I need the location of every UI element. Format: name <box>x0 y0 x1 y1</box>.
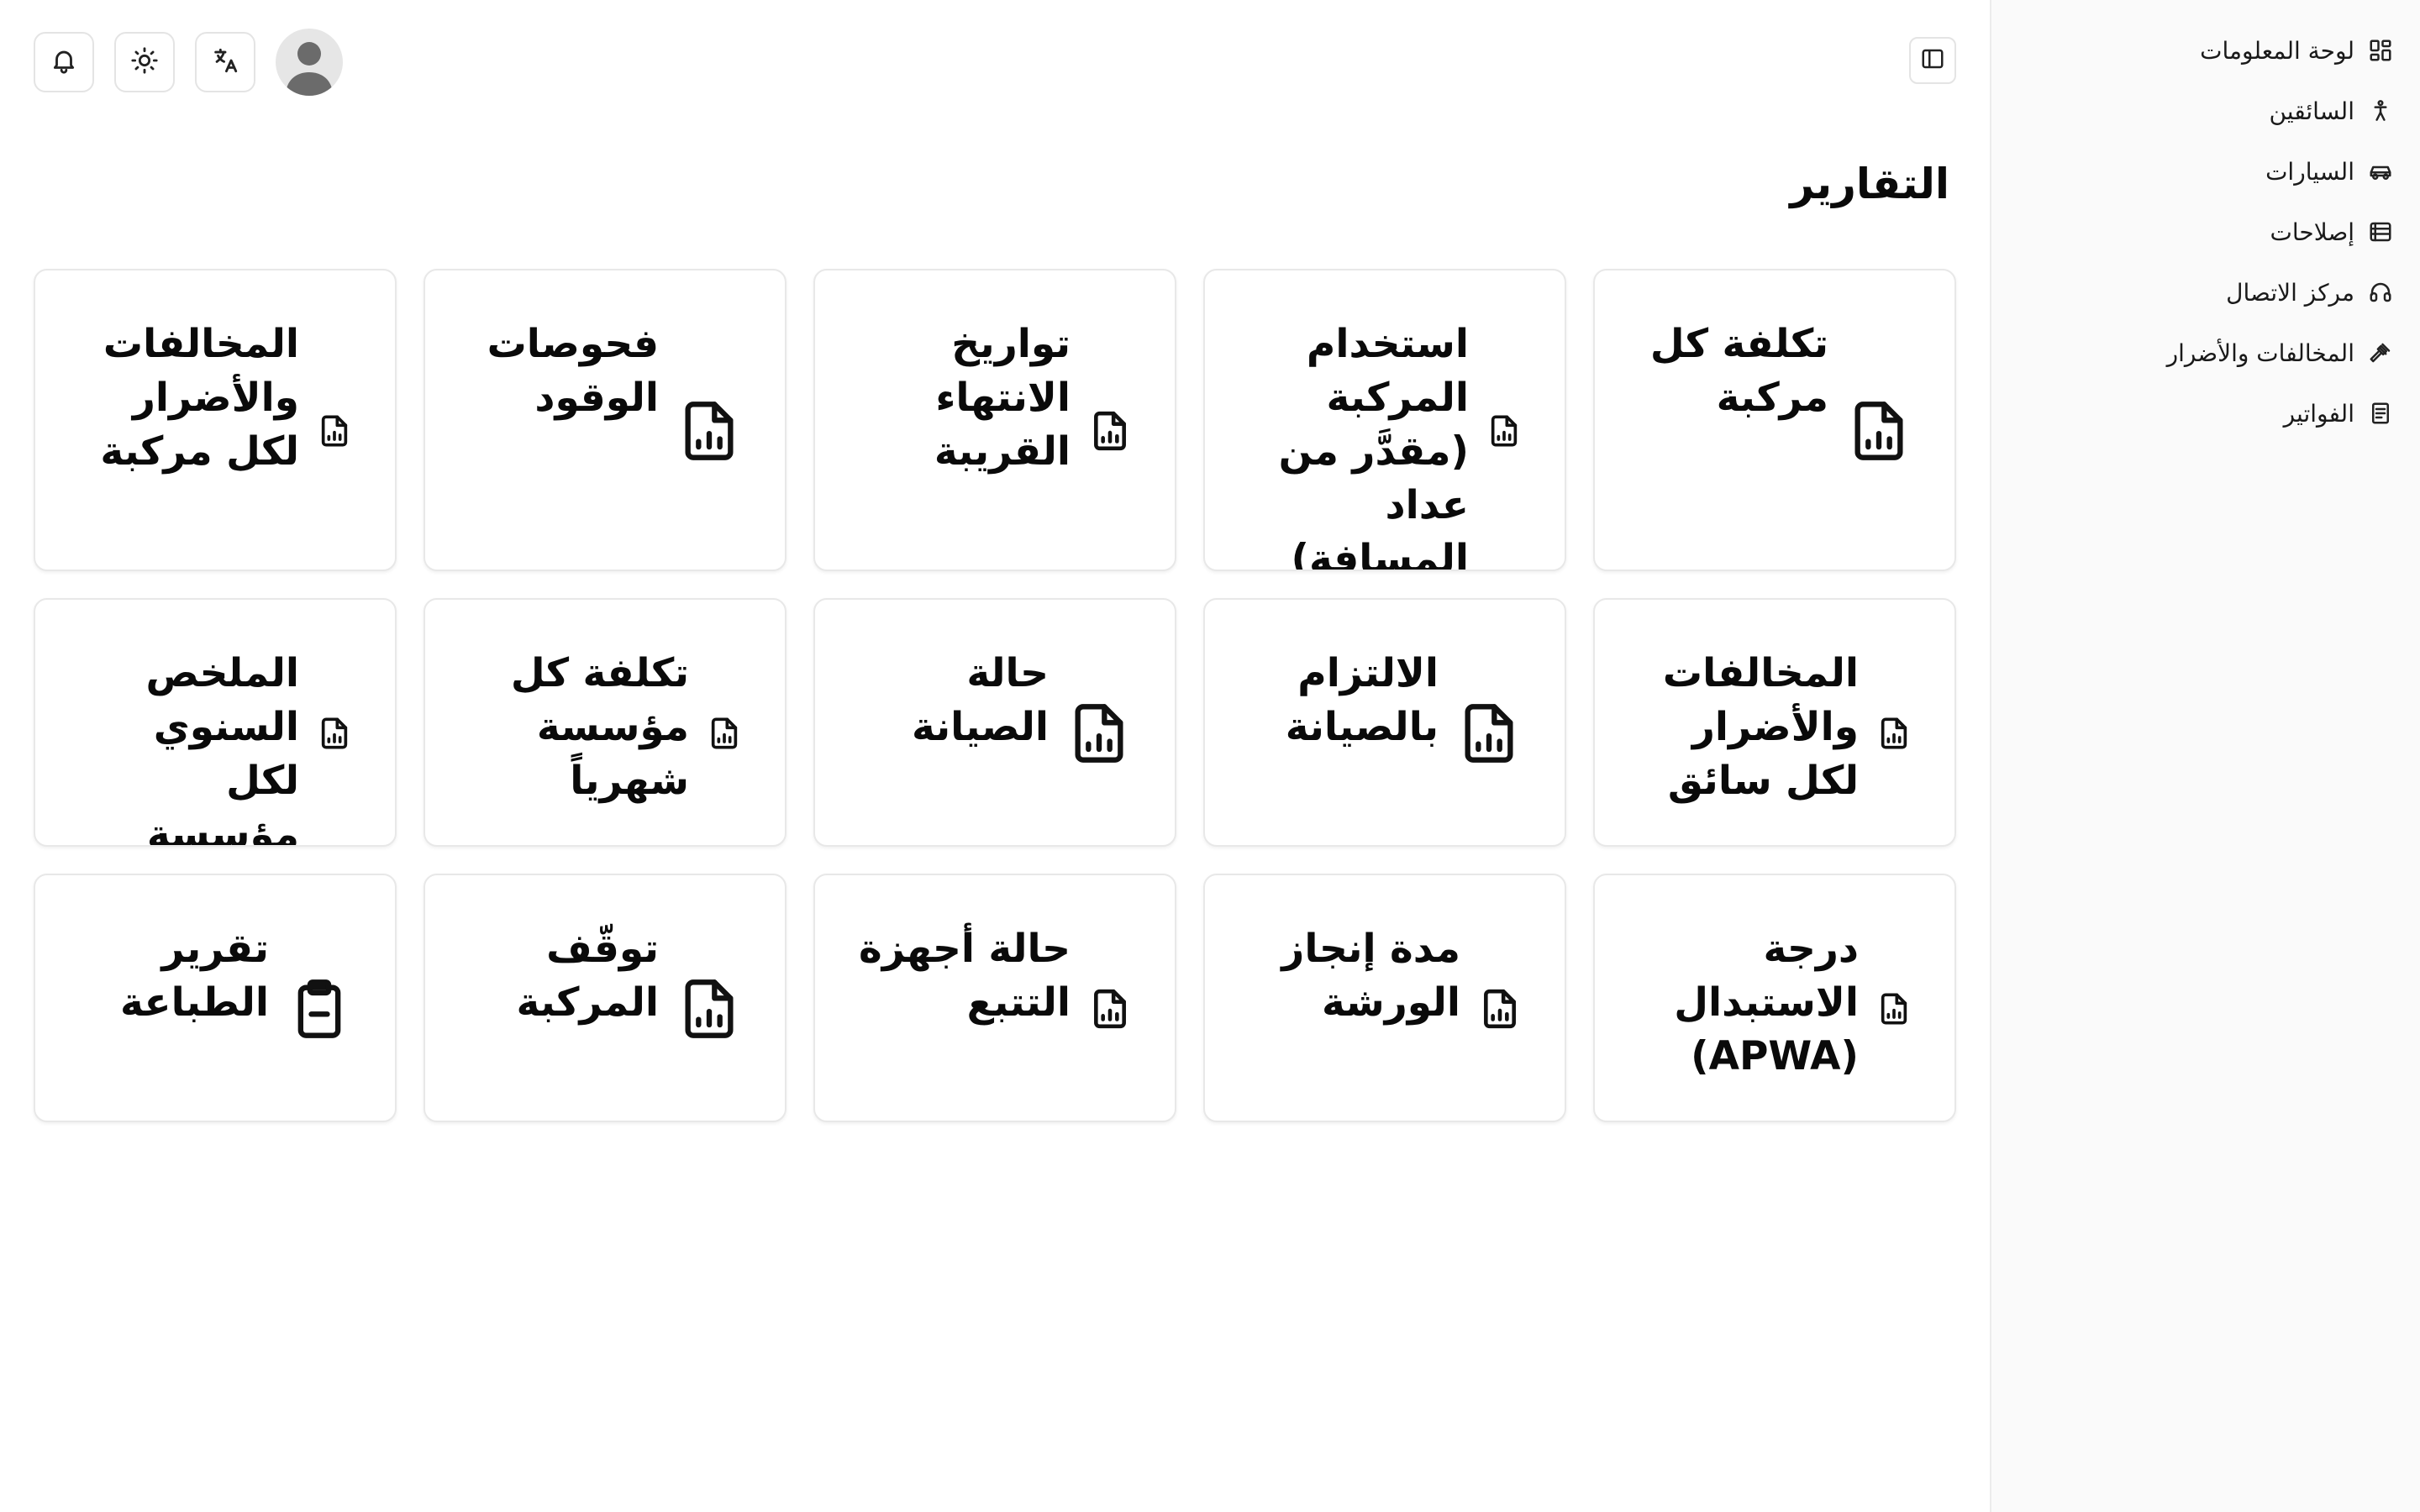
file-chart-icon <box>1877 717 1911 750</box>
file-chart-icon <box>318 414 351 448</box>
avatar-icon <box>286 42 333 96</box>
report-title: فحوصات الوقود <box>487 321 659 421</box>
file-chart-icon <box>1089 988 1131 1030</box>
user-avatar[interactable] <box>276 29 343 96</box>
report-title: تواريخ الانتهاء القريبة <box>934 321 1071 475</box>
file-chart-icon <box>1089 410 1131 452</box>
report-card-vehicle-downtime[interactable]: توقّف المركبة <box>424 874 786 1122</box>
file-chart-icon <box>677 399 741 463</box>
sidebar-item-label: إصلاحات <box>2270 218 2354 246</box>
report-title: درجة الاستبدال (APWA) <box>1674 926 1859 1079</box>
file-chart-icon <box>1067 701 1131 765</box>
report-card-maintenance-status[interactable]: حالة الصيانة <box>813 598 1176 847</box>
file-chart-icon <box>1877 992 1911 1026</box>
clipboard-icon <box>287 977 351 1041</box>
report-card-tracker-status[interactable]: حالة أجهزة التتبع <box>813 874 1176 1122</box>
report-card-violations-per-vehicle[interactable]: المخالفات والأضرار لكل مركبة <box>34 269 397 571</box>
report-card-violations-per-driver[interactable]: المخالفات والأضرار لكل سائق <box>1593 598 1956 847</box>
report-card-fuel-checks[interactable]: فحوصات الوقود <box>424 269 786 571</box>
report-card-upcoming-expiry[interactable]: تواريخ الانتهاء القريبة <box>813 269 1176 571</box>
invoice-icon <box>2366 399 2395 428</box>
sidebar-item-label: لوحة المعلومات <box>2200 36 2354 65</box>
file-chart-icon <box>318 717 351 750</box>
report-title: تقرير الطباعة <box>120 926 269 1026</box>
sidebar-item-label: المخالفات والأضرار <box>2166 339 2354 367</box>
page-title: التقارير <box>1790 160 1949 208</box>
report-title: توقّف المركبة <box>516 926 659 1026</box>
notifications-button[interactable] <box>34 32 94 92</box>
report-card-print-report[interactable]: تقرير الطباعة <box>34 874 397 1122</box>
theme-toggle-button[interactable] <box>114 32 175 92</box>
report-title: الملخص السنوي لكل مؤسسة <box>145 650 299 847</box>
sidebar-toggle-button[interactable] <box>1909 37 1956 84</box>
report-card-maintenance-compliance[interactable]: الالتزام بالصيانة <box>1203 598 1566 847</box>
report-card-workshop-duration[interactable]: مدة إنجاز الورشة <box>1203 874 1566 1122</box>
sidebar-item-label: السائقين <box>2269 97 2354 125</box>
report-card-vehicle-usage[interactable]: استخدام المركبة (مقدَّر من عداد المسافة) <box>1203 269 1566 571</box>
header-actions <box>34 29 343 96</box>
sidebar-item-drivers[interactable]: السائقين <box>1991 81 2420 141</box>
file-chart-icon <box>677 977 741 1041</box>
sidebar-item-invoices[interactable]: الفواتير <box>1991 383 2420 444</box>
report-title: المخالفات والأضرار لكل سائق <box>1662 650 1859 804</box>
app-root: لوحة المعلومات السائقين السيارات إصلاحات… <box>0 0 2420 1512</box>
gavel-icon <box>2366 339 2395 367</box>
reports-grid: تكلفة كل مركبة استخدام المركبة (مقدَّر م… <box>34 269 1956 1122</box>
report-card-annual-summary-per-org[interactable]: الملخص السنوي لكل مؤسسة <box>34 598 397 847</box>
headset-icon <box>2366 278 2395 307</box>
sidebar-item-contact-center[interactable]: مركز الاتصال <box>1991 262 2420 323</box>
sidebar-toggle-icon <box>1920 46 1945 75</box>
top-header <box>0 0 1990 123</box>
report-title: تكلفة كل مركبة <box>1649 321 1828 421</box>
bell-icon <box>50 46 78 78</box>
sun-icon <box>130 46 159 78</box>
sidebar-item-label: السيارات <box>2265 157 2354 186</box>
file-chart-icon <box>1847 399 1911 463</box>
sidebar-item-cars[interactable]: السيارات <box>1991 141 2420 202</box>
report-card-cost-per-vehicle[interactable]: تكلفة كل مركبة <box>1593 269 1956 571</box>
file-chart-icon <box>1479 988 1521 1030</box>
sidebar-item-label: الفواتير <box>2283 399 2354 428</box>
report-card-replacement-score[interactable]: درجة الاستبدال (APWA) <box>1593 874 1956 1122</box>
report-title: الالتزام بالصيانة <box>1285 650 1439 750</box>
dashboard-icon <box>2366 36 2395 65</box>
translate-icon <box>211 46 239 78</box>
person-icon <box>2366 97 2395 125</box>
report-title: حالة أجهزة التتبع <box>858 926 1071 1026</box>
car-icon <box>2366 157 2395 186</box>
repair-icon <box>2366 218 2395 246</box>
report-title: مدة إنجاز الورشة <box>1281 926 1460 1026</box>
file-chart-icon <box>1487 414 1521 448</box>
sidebar-item-violations[interactable]: المخالفات والأضرار <box>1991 323 2420 383</box>
report-title: حالة الصيانة <box>911 650 1049 750</box>
report-title: المخالفات والأضرار لكل مركبة <box>100 321 299 475</box>
file-chart-icon <box>1457 701 1521 765</box>
sidebar-item-dashboard[interactable]: لوحة المعلومات <box>1991 20 2420 81</box>
report-title: تكلفة كل مؤسسة شهرياً <box>510 650 689 804</box>
sidebar: لوحة المعلومات السائقين السيارات إصلاحات… <box>1990 0 2420 1512</box>
file-chart-icon <box>708 717 741 750</box>
main-content: التقارير تكلفة كل مركبة استخدام المركبة … <box>0 0 1990 1512</box>
sidebar-item-repairs[interactable]: إصلاحات <box>1991 202 2420 262</box>
sidebar-item-label: مركز الاتصال <box>2226 278 2354 307</box>
report-card-monthly-cost-per-org[interactable]: تكلفة كل مؤسسة شهرياً <box>424 598 786 847</box>
language-button[interactable] <box>195 32 255 92</box>
report-title: استخدام المركبة (مقدَّر من عداد المسافة) <box>1278 321 1469 571</box>
